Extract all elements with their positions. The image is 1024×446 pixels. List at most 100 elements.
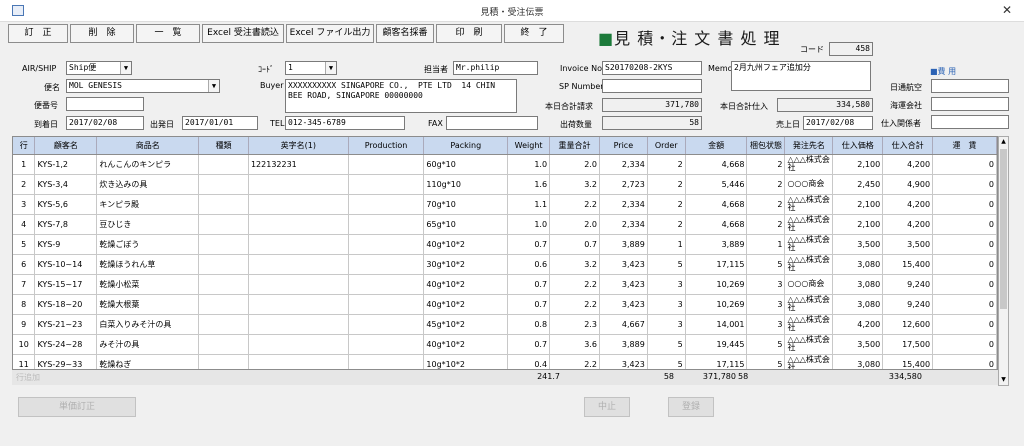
cell-kind[interactable] — [198, 154, 249, 175]
cell-price[interactable]: 2,334 — [599, 214, 648, 235]
cell-weight-total[interactable]: 0.7 — [549, 234, 600, 255]
chevron-down-icon[interactable]: ▼ — [325, 62, 336, 74]
cell-kind[interactable] — [198, 294, 249, 315]
col-english-name[interactable]: 英字名(1) — [248, 137, 349, 155]
flight-no-field[interactable] — [66, 97, 144, 111]
cell-freight[interactable]: 0 — [932, 314, 997, 335]
cell-english-name[interactable] — [248, 194, 349, 215]
cell-customer[interactable]: KYS-21~23 — [34, 314, 98, 335]
cell-supplier[interactable]: △△△株式会社 — [784, 214, 834, 235]
batch-edit-button[interactable]: 単価訂正 — [18, 397, 136, 417]
cell-freight[interactable]: 0 — [932, 214, 997, 235]
kaiun-field[interactable] — [931, 97, 1009, 111]
cell-english-name[interactable] — [248, 214, 349, 235]
cell-production[interactable] — [348, 154, 425, 175]
col-weight-total[interactable]: 重量合計 — [549, 137, 600, 155]
cell-weight[interactable]: 1.0 — [507, 154, 551, 175]
cell-purchase-total[interactable]: 4,900 — [882, 174, 934, 195]
cell-kind[interactable] — [198, 334, 249, 355]
col-amount[interactable]: 金額 — [685, 137, 748, 155]
cell-weight-total[interactable]: 3.6 — [549, 334, 600, 355]
cell-pack-state[interactable]: 3 — [746, 294, 786, 315]
memo-field[interactable]: 2月九州フェア追加分 — [731, 61, 871, 91]
cell-kind[interactable] — [198, 174, 249, 195]
table-row[interactable]: 2 KYS-3,4 炊き込みの具 110g*10 1.6 3.2 2,723 2 5,446 2 ○… — [13, 174, 997, 195]
cell-customer[interactable]: KYS-18~20 — [34, 294, 98, 315]
cell-freight[interactable]: 0 — [932, 294, 997, 315]
table-row[interactable]: 8 KYS-18~20 乾燥大根葉 40g*10*2 0.7 2.2 3,423 3 10,26… — [13, 294, 997, 315]
cell-freight[interactable]: 0 — [932, 194, 997, 215]
col-weight[interactable]: Weight — [507, 137, 551, 155]
cell-pack-state[interactable]: 2 — [746, 194, 786, 215]
cell-purchase-total[interactable]: 15,400 — [882, 254, 934, 275]
cell-purchase-price[interactable]: 2,100 — [832, 214, 884, 235]
cell-supplier[interactable]: ○○○商会 — [784, 274, 834, 295]
cell-supplier[interactable]: △△△株式会社 — [784, 254, 834, 275]
shiire-field[interactable] — [931, 115, 1009, 129]
airship-select[interactable]: Ship便 ▼ — [66, 61, 132, 75]
cell-price[interactable]: 3,423 — [599, 294, 648, 315]
cell-customer[interactable]: KYS-5,6 — [34, 194, 98, 215]
cell-pack-state[interactable]: 2 — [746, 174, 786, 195]
excel-import-button[interactable]: Excel 受注書読込 — [202, 24, 284, 43]
cell-price[interactable]: 3,889 — [599, 334, 648, 355]
col-pack-state[interactable]: 梱包状態 — [746, 137, 786, 155]
cell-weight-total[interactable]: 2.0 — [549, 154, 600, 175]
cancel-button[interactable]: 中止 — [584, 397, 630, 417]
invoice-field[interactable]: S20170208-2KYS — [602, 61, 702, 75]
cell-pack-state[interactable]: 2 — [746, 154, 786, 175]
cell-packing[interactable]: 40g*10*2 — [423, 294, 509, 315]
cell-customer[interactable]: KYS-15~17 — [34, 274, 98, 295]
cell-purchase-total[interactable]: 9,240 — [882, 294, 934, 315]
cell-weight[interactable]: 0.7 — [507, 234, 551, 255]
col-price[interactable]: Price — [599, 137, 648, 155]
nittsu-field[interactable] — [931, 79, 1009, 93]
cell-kind[interactable] — [198, 234, 249, 255]
cell-price[interactable]: 4,667 — [599, 314, 648, 335]
sp-field[interactable] — [602, 79, 702, 93]
cell-customer[interactable]: KYS-3,4 — [34, 174, 98, 195]
edit-button[interactable]: 訂 正 — [8, 24, 68, 43]
list-button[interactable]: 一 覧 — [136, 24, 200, 43]
cell-supplier[interactable]: ○○○商会 — [784, 174, 834, 195]
col-freight[interactable]: 運 賃 — [932, 137, 997, 155]
vertical-scrollbar[interactable]: ▲ ▼ — [998, 136, 1009, 386]
cell-customer[interactable]: KYS-10~14 — [34, 254, 98, 275]
cell-amount[interactable]: 17,115 — [685, 254, 748, 275]
code-field[interactable]: 458 — [829, 42, 873, 56]
cell-purchase-price[interactable]: 3,080 — [832, 294, 884, 315]
table-row[interactable]: 7 KYS-15~17 乾燥小松菜 40g*10*2 0.7 2.2 3,423 3 10,26… — [13, 274, 997, 295]
cell-row[interactable]: 2 — [13, 174, 36, 195]
cell-purchase-total[interactable]: 4,200 — [882, 154, 934, 175]
cell-packing[interactable]: 60g*10 — [423, 154, 509, 175]
cell-supplier[interactable]: △△△株式会社 — [784, 314, 834, 335]
cell-amount[interactable]: 4,668 — [685, 214, 748, 235]
cell-order[interactable]: 3 — [647, 294, 686, 315]
cell-customer[interactable]: KYS-7,8 — [34, 214, 98, 235]
cell-weight-total[interactable]: 2.3 — [549, 314, 600, 335]
cell-production[interactable] — [348, 294, 425, 315]
table-row[interactable]: 5 KYS-9 乾燥ごぼう 40g*10*2 0.7 0.7 3,889 1 3,889 1 △△△… — [13, 234, 997, 255]
cell-weight-total[interactable]: 3.2 — [549, 174, 600, 195]
cell-supplier[interactable]: △△△株式会社 — [784, 294, 834, 315]
cell-pack-state[interactable]: 3 — [746, 314, 786, 335]
cell-packing[interactable]: 30g*10*2 — [423, 254, 509, 275]
cell-weight[interactable]: 0.6 — [507, 254, 551, 275]
cell-order[interactable]: 3 — [647, 314, 686, 335]
cell-english-name[interactable] — [248, 234, 349, 255]
fax-field[interactable] — [446, 116, 538, 130]
cell-amount[interactable]: 4,668 — [685, 154, 748, 175]
cell-weight-total[interactable]: 2.2 — [549, 194, 600, 215]
cell-weight[interactable]: 1.0 — [507, 214, 551, 235]
cell-weight-total[interactable]: 2.2 — [549, 294, 600, 315]
cell-packing[interactable]: 110g*10 — [423, 174, 509, 195]
cell-product[interactable]: 乾燥大根葉 — [96, 294, 200, 315]
cell-production[interactable] — [348, 234, 425, 255]
sales-date-field[interactable]: 2017/02/08 — [803, 116, 873, 130]
cell-production[interactable] — [348, 214, 425, 235]
cell-purchase-price[interactable]: 2,100 — [832, 154, 884, 175]
cell-amount[interactable]: 3,889 — [685, 234, 748, 255]
cell-amount[interactable]: 10,269 — [685, 294, 748, 315]
cell-purchase-price[interactable]: 3,500 — [832, 234, 884, 255]
cell-purchase-price[interactable]: 3,500 — [832, 334, 884, 355]
